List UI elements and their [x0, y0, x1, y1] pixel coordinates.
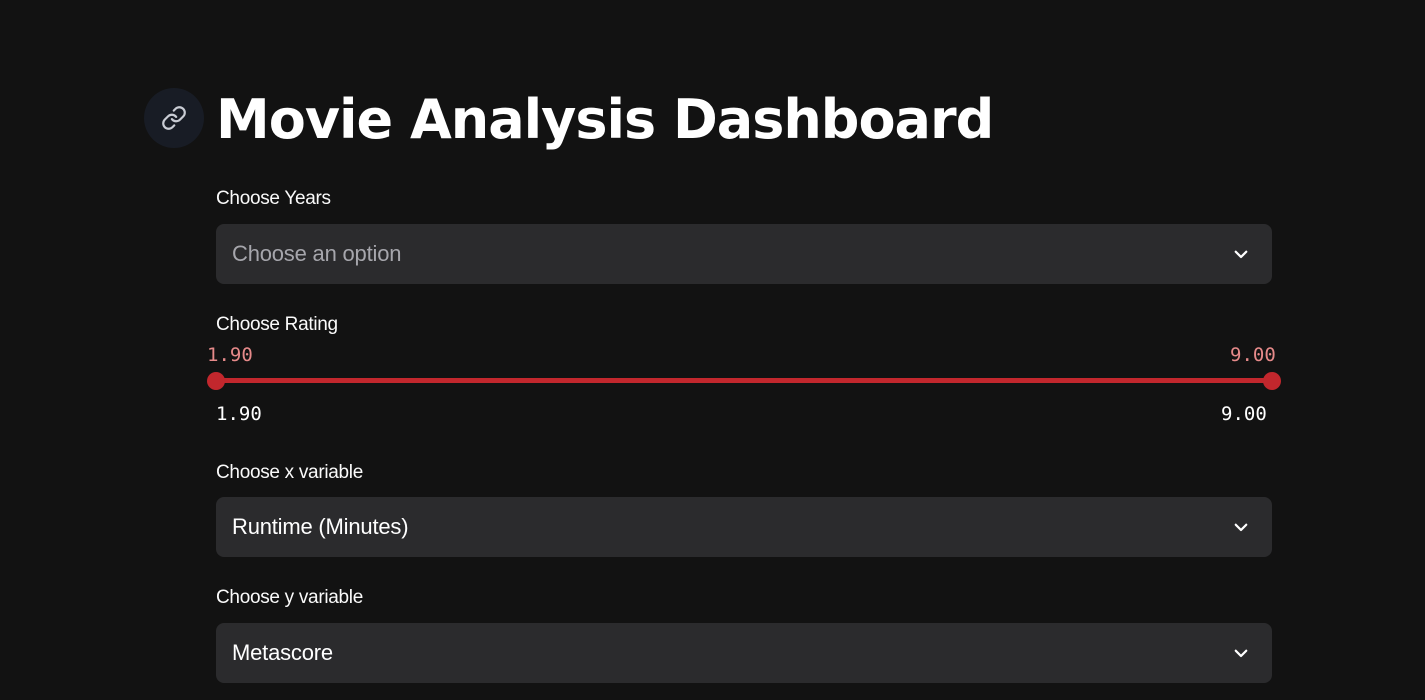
y-variable-select[interactable]: Metascore — [216, 623, 1272, 683]
y-variable-label: Choose y variable — [216, 587, 363, 608]
years-multiselect[interactable]: Choose an option — [216, 224, 1272, 284]
rating-high-thumb[interactable] — [1263, 372, 1281, 390]
years-label: Choose Years — [216, 188, 331, 209]
rating-max-label: 9.00 — [1221, 403, 1267, 425]
rating-min-label: 1.90 — [216, 403, 262, 425]
dashboard-page: Movie Analysis Dashboard Choose Years Ch… — [0, 0, 1425, 700]
rating-high-thumb-value: 9.00 — [1230, 344, 1276, 366]
x-variable-select[interactable]: Runtime (Minutes) — [216, 497, 1272, 557]
rating-low-thumb-value: 1.90 — [207, 344, 253, 366]
page-title: Movie Analysis Dashboard — [216, 88, 994, 151]
rating-low-thumb[interactable] — [207, 372, 225, 390]
rating-label: Choose Rating — [216, 314, 338, 335]
link-icon — [162, 106, 186, 130]
x-variable-value: Runtime (Minutes) — [232, 514, 409, 539]
y-variable-value: Metascore — [232, 640, 333, 665]
rating-slider-track[interactable] — [216, 378, 1272, 383]
x-variable-label: Choose x variable — [216, 462, 363, 483]
header-anchor-link[interactable] — [144, 88, 204, 148]
years-placeholder: Choose an option — [232, 241, 402, 266]
chevron-down-icon — [1234, 649, 1248, 658]
chevron-down-icon — [1234, 250, 1248, 259]
chevron-down-icon — [1234, 523, 1248, 532]
